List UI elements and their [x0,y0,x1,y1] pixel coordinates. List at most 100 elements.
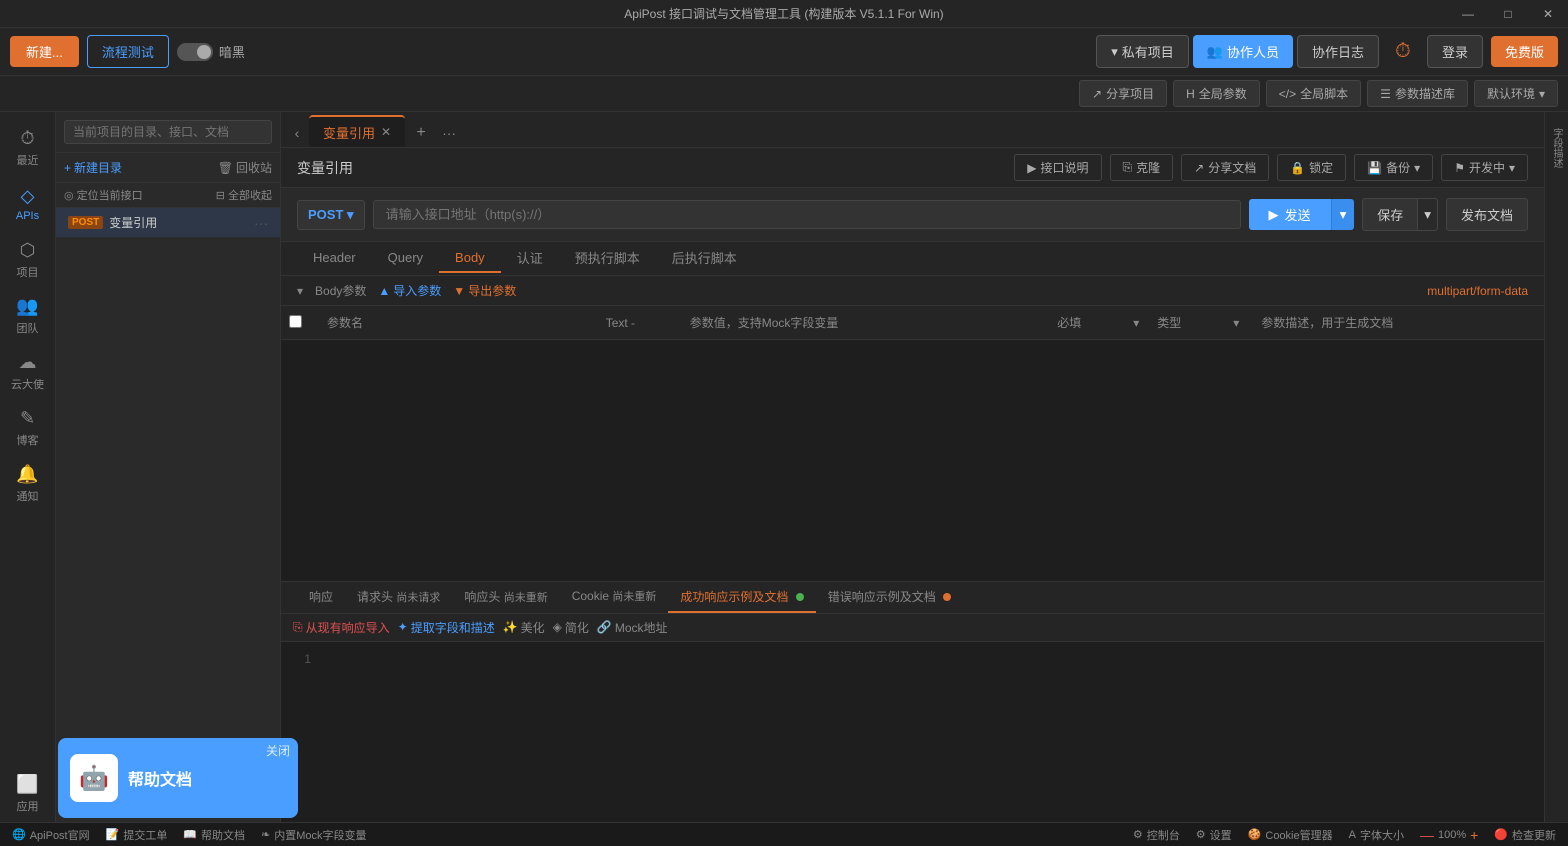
table-header: 参数名 Text - 参数值，支持Mock字段变量 必填 ▾ 类型 ▾ 参数描述… [281,306,1544,340]
env-dropdown-icon: ▾ [1539,87,1545,101]
sidebar-item-blog[interactable]: ✎ 博客 [0,400,56,456]
global-script-btn[interactable]: </> 全局脚本 [1266,80,1361,107]
locate-btn[interactable]: ◎ 定位当前接口 [64,187,143,203]
lock-btn[interactable]: 🔒 锁定 [1277,154,1346,181]
collapse-btn[interactable]: ⊟ 全部收起 [216,187,272,203]
status-console[interactable]: ⚙ 控制台 [1133,827,1180,843]
tab-nav-left[interactable]: ‹ [285,119,309,147]
import-icon: ▲ [378,284,390,298]
interface-desc-btn[interactable]: ▶ 接口说明 [1014,154,1101,181]
mock-addr-btn[interactable]: 🔗 Mock地址 [597,619,668,636]
dev-dropdown: ▾ [1509,161,1515,175]
method-select[interactable]: POST ▾ [297,200,365,230]
private-project-button[interactable]: ▾ 私有项目 [1096,35,1189,68]
free-version-button[interactable]: 免费版 [1491,36,1558,67]
minimize-btn[interactable]: — [1448,0,1488,28]
tab-auth[interactable]: 认证 [501,242,559,275]
new-dir-button[interactable]: + 新建目录 [64,159,122,176]
status-font-size[interactable]: A 字体大小 [1349,827,1404,843]
send-button[interactable]: ▶ 发送 [1249,199,1331,230]
save-dropdown-btn[interactable]: ▾ [1418,198,1438,231]
sidebar-item-recent[interactable]: ⏱ 最近 [0,120,56,176]
share-doc-btn[interactable]: ↗ 分享文档 [1181,154,1269,181]
zoom-plus-btn[interactable]: + [1470,827,1478,843]
share-project-btn[interactable]: ↗ 分享项目 [1079,80,1167,107]
status-check-update[interactable]: 🔴 检查更新 [1494,827,1556,843]
notify-icon: 🔔 [16,464,38,485]
collab-log-button[interactable]: 协作日志 [1297,35,1379,68]
maximize-btn[interactable]: □ [1488,0,1528,28]
file-item-more-icon[interactable]: ··· [254,215,268,231]
dev-mode-btn[interactable]: ⚑ 开发中 ▾ [1441,154,1528,181]
sidebar-item-project[interactable]: ⬡ 项目 [0,232,56,288]
dark-mode-toggle[interactable]: 暗黑 [177,42,245,61]
page-header: 变量引用 ▶ 接口说明 ⎘ 克隆 ↗ 分享文档 🔒 锁定 💾 备份 ▾ [281,148,1544,188]
trash-button[interactable]: 🗑 回收站 [218,159,272,176]
tab-pre-script[interactable]: 预执行脚本 [559,242,656,275]
sidebar-item-team[interactable]: 👥 团队 [0,288,56,344]
global-params-btn[interactable]: H 全局参数 [1173,80,1260,107]
bottom-tabs: 响应 请求头 尚未请求 响应头 尚未重新 Cookie 尚未重新 成功响应示例及… [281,582,1544,614]
tab-query[interactable]: Query [372,244,439,273]
flow-test-button[interactable]: 流程测试 [87,35,169,68]
tab-close-icon[interactable]: ✕ [381,125,391,139]
status-cookie-mgr[interactable]: 🍪 Cookie管理器 [1248,827,1333,843]
tabs-bar: ‹ 变量引用 ✕ + ··· [281,112,1544,148]
page-title: 变量引用 [297,158,1006,178]
tab-post-script[interactable]: 后执行脚本 [656,242,753,275]
login-button[interactable]: 登录 [1427,35,1483,68]
collab-button[interactable]: 👥 协作人员 [1193,35,1293,68]
param-lib-btn[interactable]: ☰ 参数描述库 [1367,80,1468,107]
status-mock-vars[interactable]: ❧ 内置Mock字段变量 [261,827,367,843]
beautify-btn[interactable]: ✨ 美化 [503,619,545,636]
tab-add-button[interactable]: + [407,119,435,147]
line-number-1: 1 [293,650,311,669]
default-env-btn[interactable]: 默认环境 ▾ [1474,80,1558,107]
import-params-btn[interactable]: ▲ 导入参数 [378,282,441,299]
apis-icon: ◇ [21,186,35,207]
status-settings[interactable]: ⚙ 设置 [1196,827,1232,843]
tab-var-ref[interactable]: 变量引用 ✕ [309,115,405,147]
status-submit-issue[interactable]: 📝 提交工单 [106,827,168,843]
simplify-btn[interactable]: ◈ 简化 [553,619,589,636]
new-button[interactable]: 新建... [10,36,79,67]
toggle-switch[interactable] [177,43,213,61]
save-button[interactable]: 保存 [1362,198,1418,231]
help-widget[interactable]: 关闭 🤖 帮助文档 [58,738,298,818]
sidebar-item-cloud[interactable]: ☁ 云大使 [0,344,56,400]
timer-icon-btn[interactable]: ⏱ [1387,36,1419,68]
close-btn[interactable]: ✕ [1528,0,1568,28]
clone-btn[interactable]: ⎘ 克隆 [1110,154,1174,181]
extract-fields-btn[interactable]: ✦ 提取字段和描述 [398,619,495,636]
publish-button[interactable]: 发布文档 [1446,198,1528,231]
zoom-minus-btn[interactable]: — [1420,827,1434,843]
th-value: 参数值，支持Mock字段变量 [682,314,1054,331]
code-content[interactable] [323,650,1532,815]
body-type-label: multipart/form-data [1427,284,1528,298]
tab-body[interactable]: Body [439,244,501,273]
bottom-tab-error-example[interactable]: 错误响应示例及文档 [816,582,963,613]
url-input[interactable] [373,200,1241,229]
backup-btn[interactable]: 💾 备份 ▾ [1354,154,1433,181]
status-website[interactable]: 🌐 ApiPost官网 [12,827,90,843]
right-panel-label[interactable]: 字段描述 [1549,120,1564,176]
select-all-checkbox[interactable] [289,315,302,328]
tab-header[interactable]: Header [297,244,372,273]
tab-more-button[interactable]: ··· [435,119,463,147]
success-dot [796,593,804,601]
send-dropdown-btn[interactable]: ▾ [1331,199,1355,230]
bottom-tab-cookie[interactable]: Cookie 尚未重新 [560,582,669,612]
bottom-tab-response[interactable]: 响应 [297,582,345,613]
help-close-btn[interactable]: 关闭 [266,742,290,759]
file-item-var-ref[interactable]: POST 变量引用 ··· [56,208,280,237]
sidebar-item-notify[interactable]: 🔔 通知 [0,456,56,512]
sidebar-item-apps[interactable]: ⬜ 应用 [0,766,56,822]
bottom-tab-success-example[interactable]: 成功响应示例及文档 [668,582,815,613]
sidebar-item-apis[interactable]: ◇ APIs [0,176,56,232]
file-search-input[interactable] [64,120,272,144]
status-help-doc[interactable]: 📖 帮助文档 [183,827,245,843]
export-params-btn[interactable]: ▼ 导出参数 [453,282,516,299]
bottom-tab-response-headers[interactable]: 响应头 尚未重新 [452,582,559,613]
import-response-btn[interactable]: ⎘ 从现有响应导入 [293,619,390,636]
bottom-tab-request-headers[interactable]: 请求头 尚未请求 [345,582,452,613]
